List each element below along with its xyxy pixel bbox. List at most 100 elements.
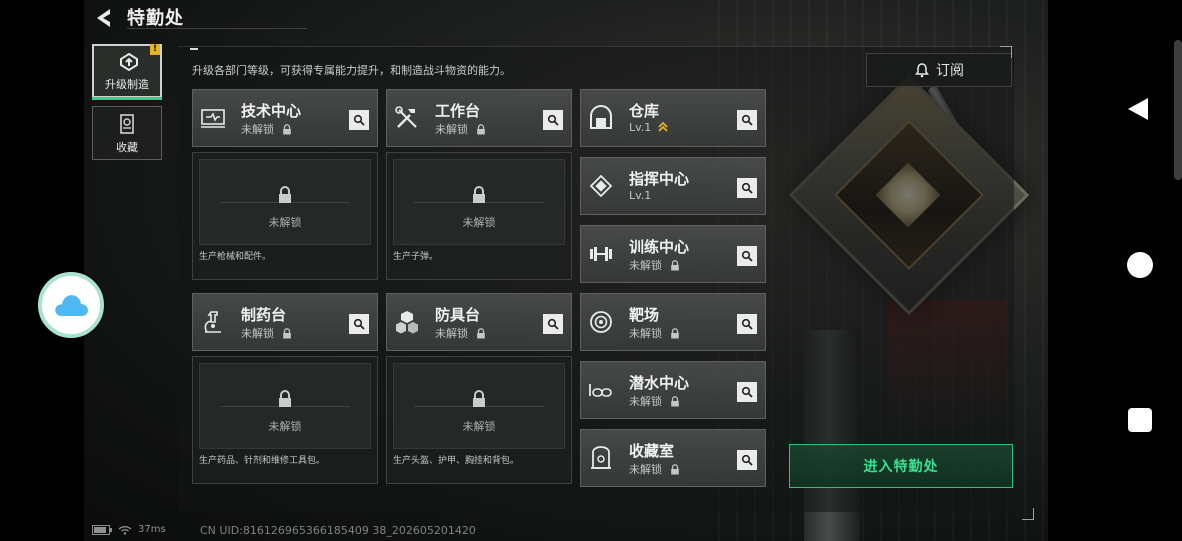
inspect-button[interactable] (737, 178, 757, 198)
tools-icon (395, 106, 417, 128)
collection-icon (120, 114, 134, 134)
diving-mask-icon (589, 384, 612, 397)
status-text: 未解锁 (629, 327, 662, 340)
lock-icon (476, 328, 485, 339)
tab-collection[interactable]: 收藏 (92, 106, 162, 160)
enter-special-ops-button[interactable]: 进入特勤处 (789, 444, 1013, 488)
station-workbench[interactable]: 工作台 未解锁 (386, 89, 572, 147)
battery-icon (92, 524, 112, 535)
station-warehouse[interactable]: 仓库 Lv.1 (580, 89, 766, 147)
display-case-icon (591, 446, 611, 469)
lock-icon (670, 328, 679, 339)
station-shooting-range[interactable]: 靶场 未解锁 (580, 293, 766, 351)
slot-frame: 未解锁 (199, 363, 371, 449)
station-level: Lv.1 (629, 189, 652, 202)
station-status: 未解锁 (241, 121, 292, 137)
inspect-button[interactable] (737, 382, 757, 402)
lock-icon (473, 390, 485, 407)
status-text: 未解锁 (241, 123, 274, 136)
lock-icon (279, 186, 291, 203)
production-slot-pharmacy[interactable]: 未解锁 生产药品、针剂和维修工具包。 (192, 356, 378, 484)
production-caption: 生产药品、针剂和维修工具包。 (199, 456, 326, 466)
production-slot-workbench[interactable]: 未解锁 生产子弹。 (386, 152, 572, 280)
station-name: 靶场 (629, 306, 660, 324)
back-arrow-icon[interactable] (92, 6, 116, 30)
production-caption: 生产子弹。 (393, 252, 439, 262)
corner-bracket (1000, 46, 1012, 58)
production-caption: 生产头盔、护甲、胸挂和背包。 (393, 456, 520, 466)
station-status: 未解锁 (629, 257, 680, 273)
alert-badge: ! (150, 44, 160, 55)
inspect-button[interactable] (737, 450, 757, 470)
inspect-button[interactable] (737, 246, 757, 266)
scroll-handle[interactable] (1174, 40, 1182, 180)
corner-bracket (1022, 508, 1034, 520)
inspect-button[interactable] (543, 110, 563, 130)
station-status: 未解锁 (629, 461, 680, 477)
upgrade-chevron-icon (658, 121, 668, 132)
nav-recents-icon[interactable] (1128, 408, 1152, 432)
lock-icon (670, 396, 679, 407)
target-icon (590, 311, 612, 333)
inspect-button[interactable] (737, 314, 757, 334)
station-tech-center[interactable]: 技术中心 未解锁 (192, 89, 378, 147)
enter-button-label: 进入特勤处 (863, 459, 939, 475)
microscope-icon (204, 311, 221, 333)
station-diving-center[interactable]: 潜水中心 未解锁 (580, 361, 766, 419)
device-status: 37ms (92, 524, 166, 535)
status-text: 未解锁 (241, 327, 274, 340)
station-status: 未解锁 (629, 393, 680, 409)
dumbbell-icon (590, 247, 612, 261)
station-status: Lv.1 (629, 189, 651, 202)
lock-icon (670, 464, 679, 475)
ping-value: 37ms (138, 524, 166, 535)
screen: 特勤处 升级制造 ! 收藏 升级各部门等级，可获得专属能力提升，和制造战斗物资的… (0, 0, 1182, 541)
station-status: 未解锁 (629, 325, 680, 341)
station-level: Lv.1 (629, 121, 652, 134)
station-armor-bench[interactable]: 防具台 未解锁 (386, 293, 572, 351)
magnifier-icon (353, 114, 365, 126)
inspect-button[interactable] (737, 110, 757, 130)
station-command-center[interactable]: 指挥中心 Lv.1 (580, 157, 766, 215)
panel-marker (190, 48, 198, 50)
station-status: Lv.1 (629, 121, 668, 134)
title-divider (127, 28, 307, 29)
floating-cloud-button[interactable] (38, 272, 104, 338)
wifi-icon (118, 525, 132, 535)
nav-home-icon[interactable] (1127, 252, 1153, 278)
bell-icon (915, 63, 929, 78)
inspect-button[interactable] (543, 314, 563, 334)
station-training-center[interactable]: 训练中心 未解锁 (580, 225, 766, 283)
lock-icon (670, 260, 679, 271)
station-name: 工作台 (435, 102, 481, 120)
inspect-button[interactable] (349, 314, 369, 334)
cloud-icon (55, 295, 88, 316)
station-pharmacy[interactable]: 制药台 未解锁 (192, 293, 378, 351)
magnifier-icon (741, 182, 753, 194)
slot-frame: 未解锁 (199, 159, 371, 245)
station-status: 未解锁 (435, 121, 486, 137)
lock-icon (473, 186, 485, 203)
production-slot-armor-bench[interactable]: 未解锁 生产头盔、护甲、胸挂和背包。 (386, 356, 572, 484)
magnifier-icon (741, 114, 753, 126)
subscribe-button[interactable]: 订阅 (866, 53, 1012, 87)
station-name: 防具台 (435, 306, 481, 324)
inspect-button[interactable] (349, 110, 369, 130)
player-uid: CN UID:816126965366185409 38_20260520142… (200, 524, 476, 537)
station-collection-room[interactable]: 收藏室 未解锁 (580, 429, 766, 487)
tab-label: 收藏 (116, 141, 138, 154)
chip-icon (589, 174, 613, 198)
status-text: 未解锁 (629, 395, 662, 408)
magnifier-icon (547, 318, 559, 330)
production-slot-tech-center[interactable]: 未解锁 生产枪械和配件。 (192, 152, 378, 280)
locked-text: 未解锁 (462, 420, 496, 433)
nav-back-icon[interactable] (1126, 96, 1150, 122)
status-text: 未解锁 (435, 123, 468, 136)
cubes-icon (396, 311, 418, 334)
magnifier-icon (353, 318, 365, 330)
status-text: 未解锁 (629, 259, 662, 272)
station-status: 未解锁 (435, 325, 486, 341)
locked-text: 未解锁 (462, 216, 496, 229)
warehouse-icon (590, 105, 612, 129)
tab-active-indicator (92, 97, 162, 100)
